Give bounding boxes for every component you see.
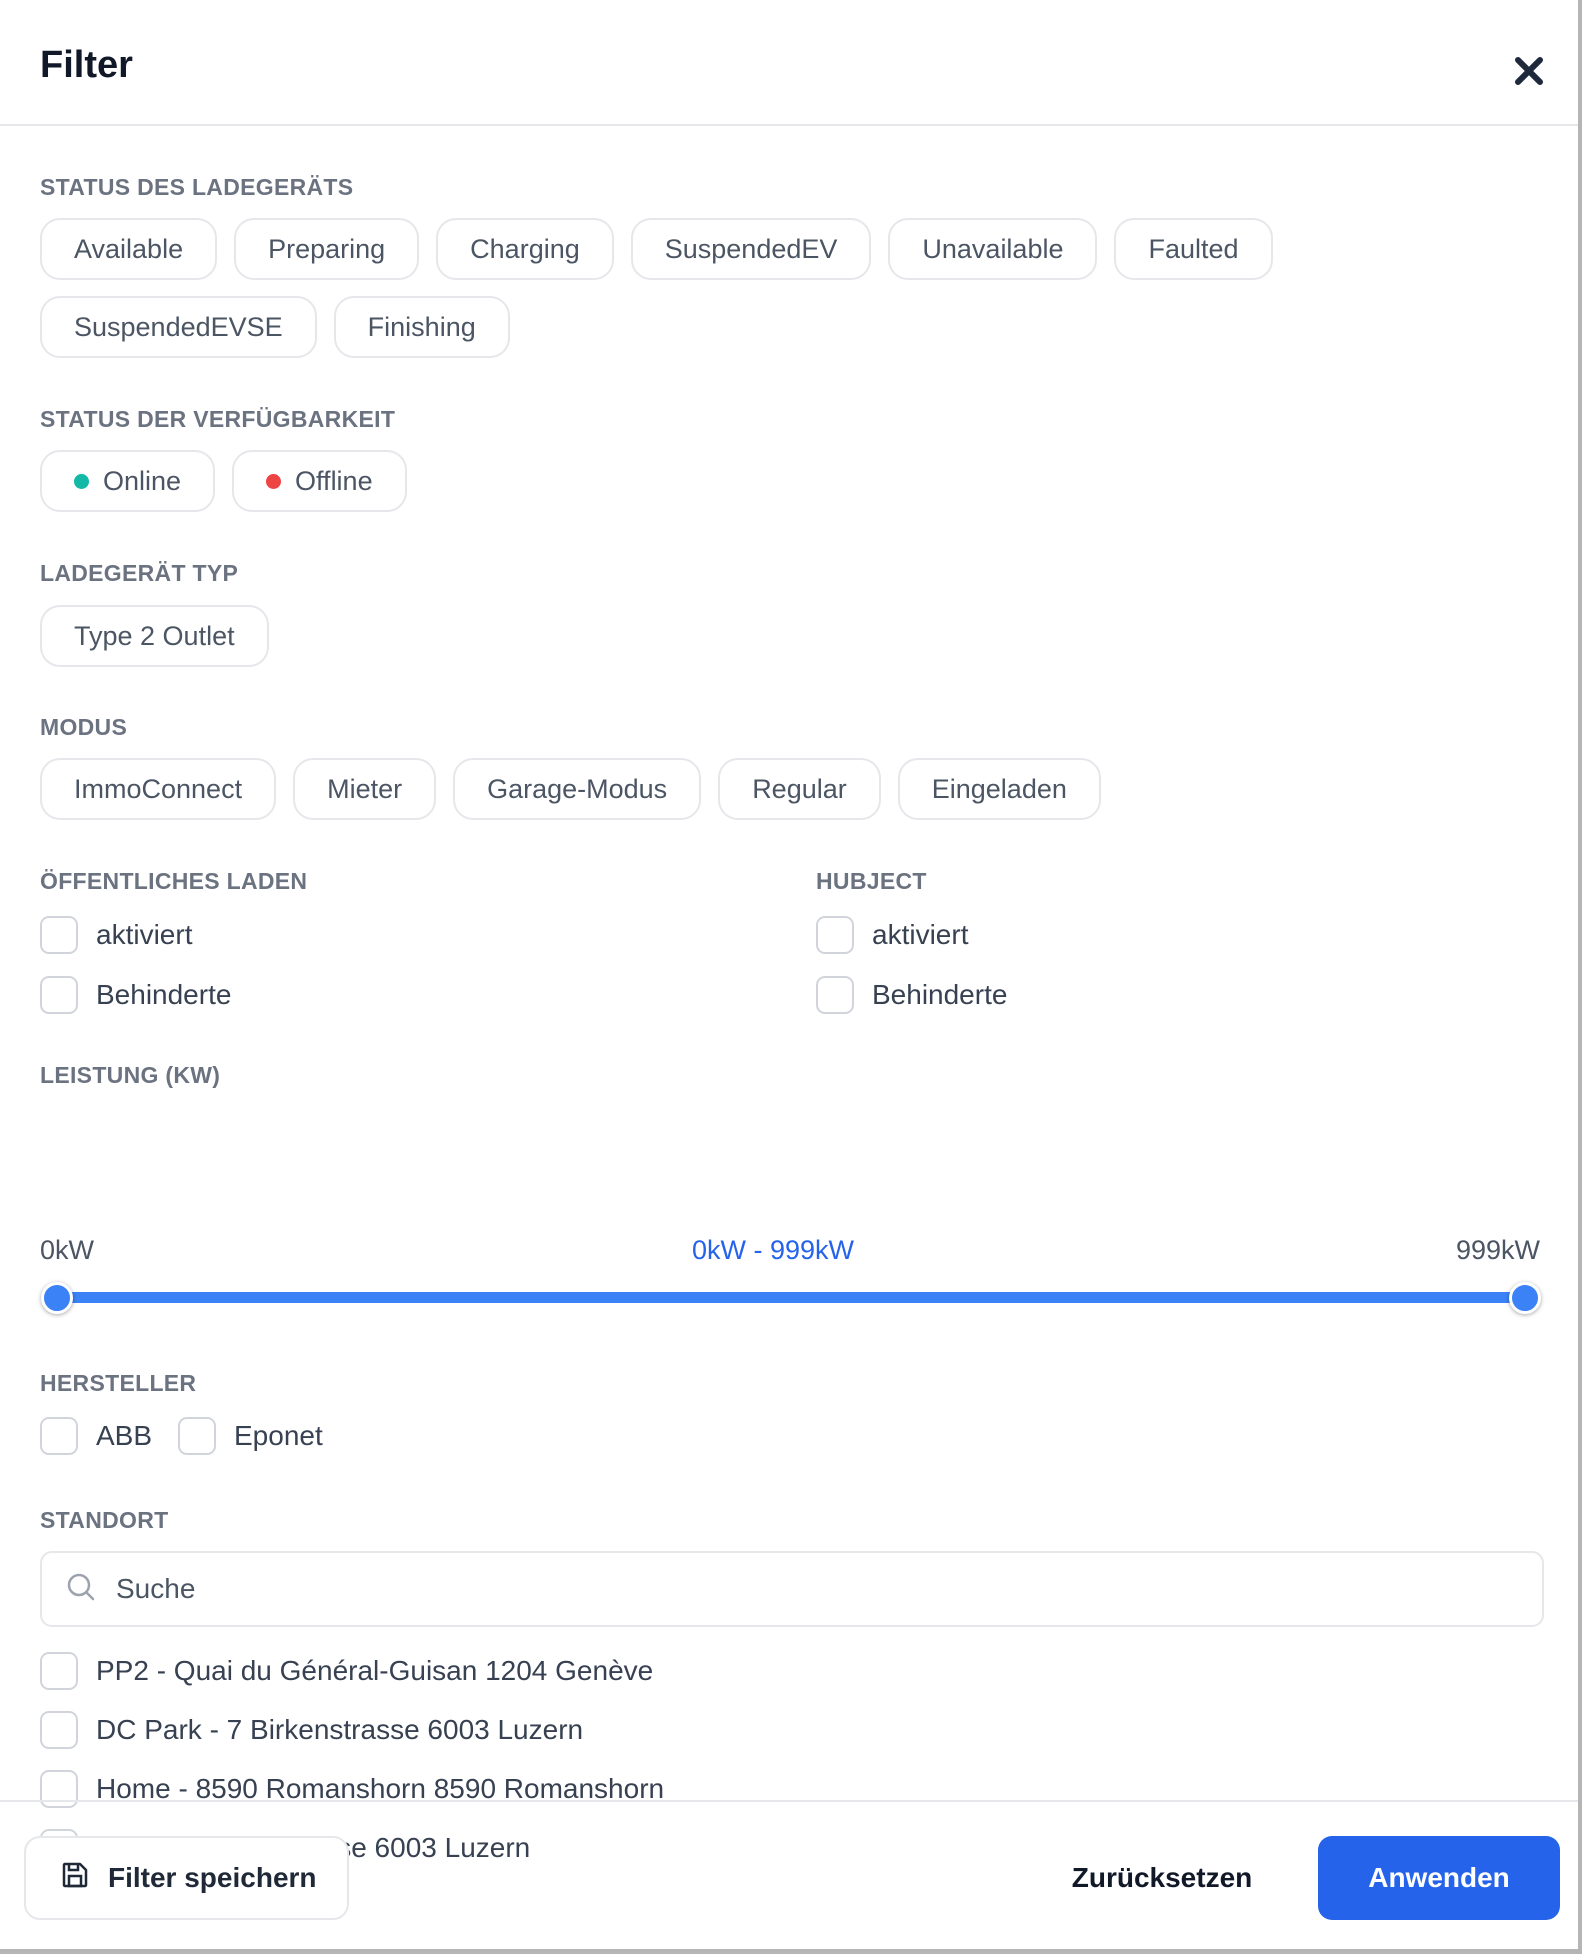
hubject-activated[interactable]: aktiviert [816,916,968,954]
checkbox[interactable] [178,1417,216,1455]
section-label-power: LEISTUNG (KW) [40,1062,221,1088]
section-label-public-charging: ÖFFENTLICHES LADEN [40,868,308,894]
chip-online-label: Online [103,465,182,496]
chip-suspended-ev[interactable]: SuspendedEV [630,218,872,280]
search-icon [66,1572,96,1607]
reset-button[interactable]: Zurücksetzen [1052,1836,1272,1920]
modal-footer: Filter speichern Zurücksetzen Anwenden [0,1800,1582,1950]
checkbox-label: ABB [96,1420,153,1451]
availability-row: Online Offline [40,450,407,512]
checkbox[interactable] [40,1652,78,1690]
mode-row: ImmoConnect Mieter Garage-Modus Regular … [40,758,1101,820]
chip-suspended-evse[interactable]: SuspendedEVSE [40,296,317,358]
checkbox-label: Eponet [234,1420,323,1451]
apply-button[interactable]: Anwenden [1318,1836,1560,1920]
location-search-input[interactable] [116,1573,1416,1605]
chip-offline[interactable]: Offline [232,450,407,512]
filter-modal: Filter STATUS DES LADEGERÄTS Available P… [0,0,1582,1954]
checkbox[interactable] [40,916,78,954]
chip-immoconnect[interactable]: ImmoConnect [40,758,277,820]
power-range-label: 0kW - 999kW [692,1235,855,1265]
power-slider-track[interactable] [57,1292,1525,1303]
public-charging-disabled[interactable]: Behinderte [40,976,231,1014]
close-icon[interactable] [1510,52,1548,90]
chip-garage-modus[interactable]: Garage-Modus [453,758,702,820]
chip-charging[interactable]: Charging [436,218,614,280]
chip-available[interactable]: Available [40,218,218,280]
manufacturer-eponet[interactable]: Eponet [178,1417,323,1455]
save-filter-label: Filter speichern [108,1862,317,1893]
section-label-manufacturer: HERSTELLER [40,1370,197,1396]
location-option[interactable]: DC Park - 7 Birkenstrasse 6003 Luzern [40,1711,583,1749]
chip-preparing[interactable]: Preparing [234,218,420,280]
online-dot-icon [74,473,89,489]
charger-status-row-2: SuspendedEVSE Finishing [40,296,510,358]
offline-dot-icon [266,473,282,489]
public-charging-activated[interactable]: aktiviert [40,916,192,954]
checkbox-label: Behinderte [872,979,1008,1010]
chip-eingeladen[interactable]: Eingeladen [897,758,1101,820]
chip-type-2-outlet[interactable]: Type 2 Outlet [40,605,269,667]
checkbox[interactable] [816,916,854,954]
checkbox-label: Behinderte [96,979,232,1010]
power-slider-min-handle[interactable] [41,1282,73,1314]
section-label-charger-type: LADEGERÄT TYP [40,560,239,586]
modal-header: Filter [0,0,1582,126]
chip-faulted[interactable]: Faulted [1114,218,1273,280]
section-label-mode: MODUS [40,714,128,740]
chip-online[interactable]: Online [40,450,216,512]
modal-title: Filter [40,44,133,86]
checkbox[interactable] [40,1417,78,1455]
checkbox-label: PP2 - Quai du Général-Guisan 1204 Genève [96,1655,654,1686]
checkbox[interactable] [816,976,854,1014]
power-min-label: 0kW [40,1235,94,1265]
chip-regular[interactable]: Regular [718,758,881,820]
section-label-hubject: HUBJECT [816,868,927,894]
checkbox-label: DC Park - 7 Birkenstrasse 6003 Luzern [96,1714,584,1745]
chip-unavailable[interactable]: Unavailable [888,218,1098,280]
save-filter-button[interactable]: Filter speichern [24,1836,349,1920]
power-max-label: 999kW [1456,1235,1541,1265]
charger-type-row: Type 2 Outlet [40,605,269,667]
checkbox[interactable] [40,976,78,1014]
section-label-location: STANDORT [40,1507,169,1533]
save-icon [60,1860,90,1897]
location-option[interactable]: PP2 - Quai du Général-Guisan 1204 Genève [40,1652,653,1690]
checkbox-label: aktiviert [96,919,193,950]
chip-finishing[interactable]: Finishing [333,296,510,358]
hubject-disabled[interactable]: Behinderte [816,976,1007,1014]
section-label-availability: STATUS DER VERFÜGBARKEIT [40,406,396,432]
checkbox-label: aktiviert [872,919,969,950]
chip-mieter[interactable]: Mieter [293,758,437,820]
location-search [40,1551,1544,1627]
power-slider-max-handle[interactable] [1509,1282,1541,1314]
section-label-charger-status: STATUS DES LADEGERÄTS [40,174,354,200]
chip-offline-label: Offline [295,465,373,496]
charger-status-row-1: Available Preparing Charging SuspendedEV… [40,218,1273,280]
manufacturer-abb[interactable]: ABB [40,1417,152,1455]
checkbox[interactable] [40,1711,78,1749]
